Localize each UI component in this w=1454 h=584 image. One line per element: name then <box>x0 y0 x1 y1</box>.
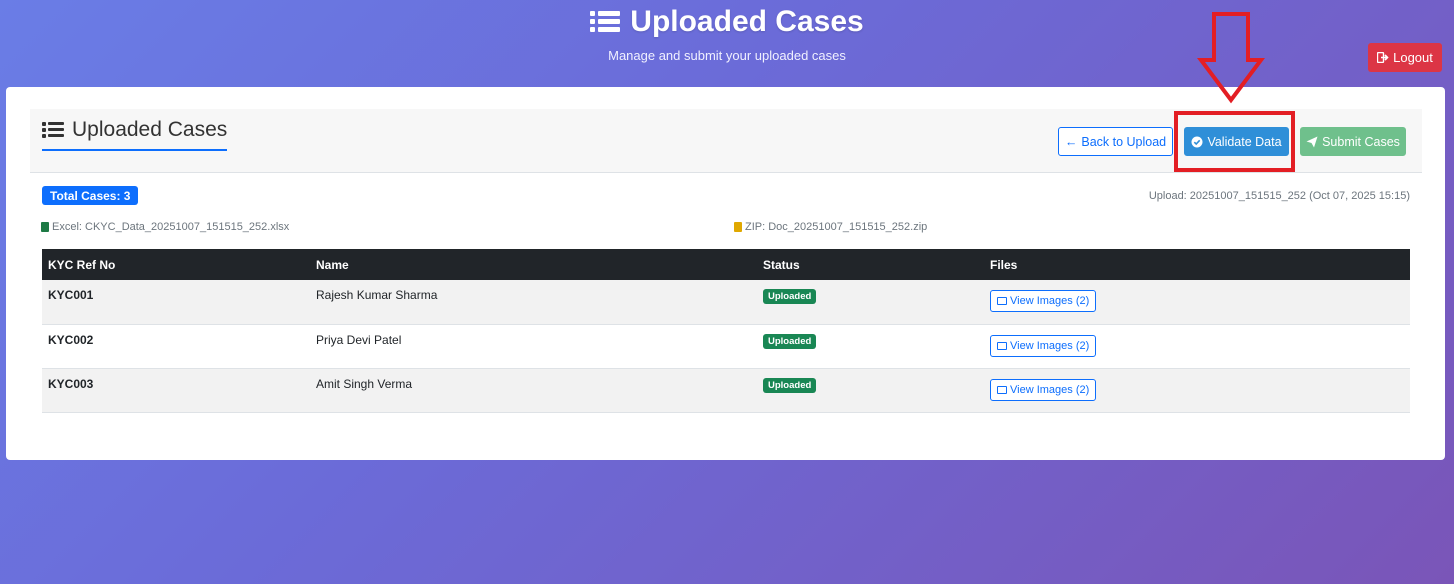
image-icon <box>997 341 1007 350</box>
annotation-highlight-box <box>1174 111 1295 172</box>
column-header-name: Name <box>310 249 757 280</box>
arrow-left-icon: ← <box>1064 134 1078 149</box>
cases-table: KYC Ref No Name Status Files KYC001 Raje… <box>42 249 1410 413</box>
back-button-label: Back to Upload <box>1081 134 1167 149</box>
status-cell: Uploaded <box>757 324 984 369</box>
annotation-arrow-icon <box>1197 12 1265 104</box>
name-cell: Amit Singh Verma <box>310 368 757 413</box>
logout-button[interactable]: Logout <box>1368 43 1442 72</box>
kyc-ref-cell: KYC001 <box>42 280 310 325</box>
view-images-button[interactable]: View Images (2) <box>990 290 1097 312</box>
files-cell: View Images (2) <box>984 368 1410 413</box>
kyc-ref-cell: KYC003 <box>42 368 310 413</box>
logout-label: Logout <box>1393 50 1433 65</box>
zip-file-icon <box>734 222 742 232</box>
submit-cases-button[interactable]: Submit Cases <box>1300 127 1406 156</box>
view-images-label: View Images (2) <box>1010 295 1090 307</box>
paper-plane-icon <box>1306 136 1318 147</box>
list-icon <box>590 9 621 35</box>
list-icon <box>42 121 64 139</box>
name-cell: Rajesh Kumar Sharma <box>310 280 757 325</box>
table-row: KYC001 Rajesh Kumar Sharma Uploaded View… <box>42 280 1410 325</box>
image-icon <box>997 297 1007 305</box>
back-to-upload-button[interactable]: ← Back to Upload <box>1058 127 1173 156</box>
view-images-label: View Images (2) <box>1010 383 1090 396</box>
table-header-row: KYC Ref No Name Status Files <box>42 249 1410 280</box>
zip-file-line: ZIP: Doc_20251007_151515_252.zip <box>734 221 927 233</box>
upload-info: Upload: 20251007_151515_252 (Oct 07, 202… <box>1148 190 1410 202</box>
table-row: KYC003 Amit Singh Verma Uploaded View Im… <box>42 368 1410 413</box>
sign-out-icon <box>1377 52 1389 63</box>
files-cell: View Images (2) <box>984 324 1410 369</box>
excel-file-icon <box>41 222 49 232</box>
excel-file-name: Excel: CKYC_Data_20251007_151515_252.xls… <box>52 221 290 233</box>
column-header-files: Files <box>984 249 1410 280</box>
table-row: KYC002 Priya Devi Patel Uploaded View Im… <box>42 324 1410 369</box>
view-images-button[interactable]: View Images (2) <box>990 334 1097 357</box>
card-title-text: Uploaded Cases <box>72 118 228 141</box>
image-icon <box>997 385 1007 394</box>
column-header-status: Status <box>757 249 984 280</box>
card-title: Uploaded Cases <box>42 117 228 151</box>
kyc-ref-cell: KYC002 <box>42 324 310 369</box>
submit-button-label: Submit Cases <box>1322 134 1400 149</box>
status-cell: Uploaded <box>757 368 984 413</box>
view-images-button[interactable]: View Images (2) <box>990 378 1097 401</box>
hero-title: Uploaded Cases <box>630 5 864 38</box>
status-badge: Uploaded <box>763 377 817 393</box>
files-cell: View Images (2) <box>984 280 1410 325</box>
total-cases-badge: Total Cases: 3 <box>42 186 139 205</box>
status-badge: Uploaded <box>763 333 817 349</box>
view-images-label: View Images (2) <box>1010 339 1090 352</box>
column-header-kyc-ref: KYC Ref No <box>42 249 310 280</box>
status-cell: Uploaded <box>757 280 984 325</box>
status-badge: Uploaded <box>763 289 817 304</box>
zip-file-name: ZIP: Doc_20251007_151515_252.zip <box>745 221 928 233</box>
name-cell: Priya Devi Patel <box>310 324 757 369</box>
excel-file-line: Excel: CKYC_Data_20251007_151515_252.xls… <box>41 221 289 233</box>
